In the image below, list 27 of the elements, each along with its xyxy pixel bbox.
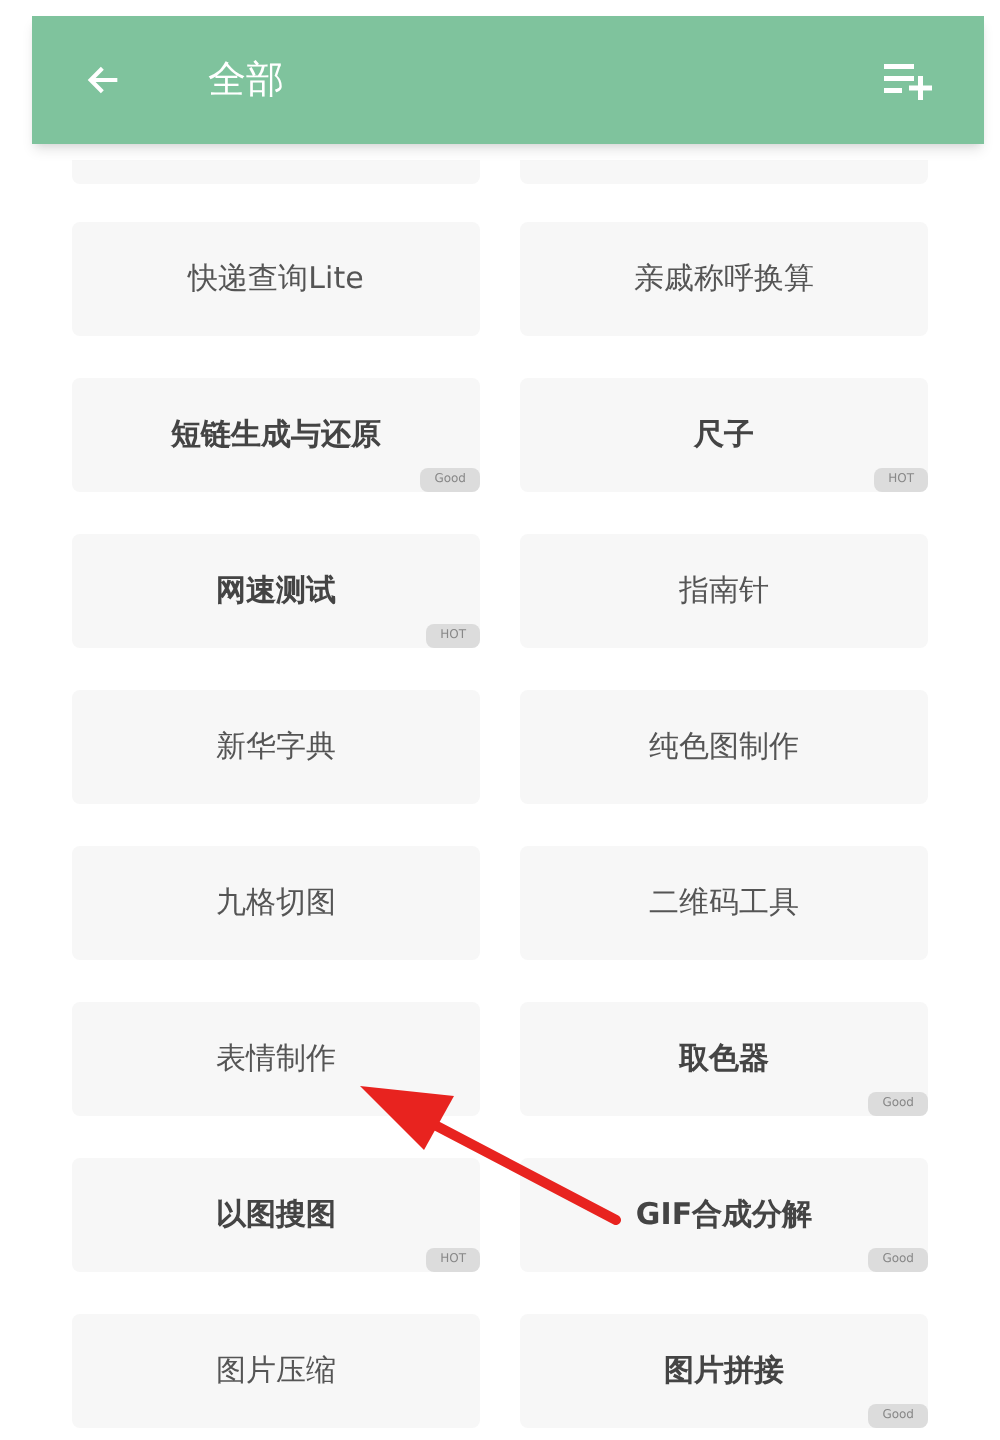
tool-name: 快递查询Lite [188,258,364,301]
tool-card[interactable]: 指南针 [520,534,928,648]
tool-card[interactable]: 新华字典 [72,690,480,804]
tool-name: 表情制作 [216,1038,336,1081]
tool-card[interactable]: 表情制作 [72,1002,480,1116]
tool-name: 网速测试 [216,570,336,613]
tool-name: 纯色图制作 [649,726,799,769]
tool-name: 亲戚称呼换算 [634,258,814,301]
tool-name: GIF合成分解 [635,1194,813,1237]
tool-name: 尺子 [694,414,754,457]
tool-card[interactable]: 图片压缩 [72,1314,480,1428]
tool-name: 短链生成与还原 [171,414,381,457]
tool-name: 图片拼接 [664,1350,784,1393]
tool-name: 以图搜图 [216,1194,336,1237]
tool-card[interactable]: 二维码工具 [520,846,928,960]
tool-name: 指南针 [679,570,769,613]
tool-name: 取色器 [679,1038,769,1081]
tool-card[interactable]: 亲戚称呼换算 [520,222,928,336]
tool-name: 新华字典 [216,726,336,769]
tool-card[interactable]: 快递查询Lite [72,222,480,336]
list-add-icon [882,58,934,102]
tool-card[interactable]: 九格切图 [72,846,480,960]
tool-name: 二维码工具 [649,882,799,925]
page-title: 全部 [208,55,284,106]
tool-name: 九格切图 [216,882,336,925]
tool-name: 图片压缩 [216,1350,336,1393]
tool-card[interactable]: 纯色图制作 [520,690,928,804]
